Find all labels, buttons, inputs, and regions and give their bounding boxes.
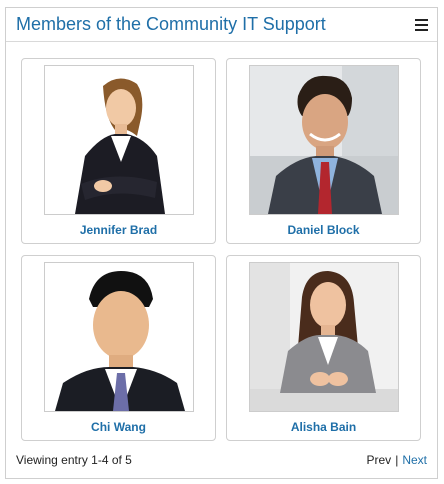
member-photo-image: [250, 66, 398, 214]
member-card[interactable]: Chi Wang: [21, 255, 216, 441]
member-photo: [44, 65, 194, 215]
hamburger-menu-icon[interactable]: [415, 19, 428, 31]
member-card[interactable]: Alisha Bain: [226, 255, 421, 441]
member-photo: [44, 262, 194, 412]
pagination-status: Viewing entry 1-4 of 5: [16, 453, 132, 467]
members-panel: Members of the Community IT Support Jenn…: [5, 7, 438, 479]
panel-title: Members of the Community IT Support: [16, 14, 326, 34]
member-name[interactable]: Jennifer Brad: [22, 223, 215, 237]
member-photo-image: [250, 263, 398, 411]
member-photo-image: [45, 66, 193, 214]
member-name[interactable]: Daniel Block: [227, 223, 420, 237]
member-photo: [249, 262, 399, 412]
member-photo-image: [45, 263, 193, 411]
member-name[interactable]: Alisha Bain: [227, 420, 420, 434]
panel-header: Members of the Community IT Support: [6, 8, 437, 42]
member-name[interactable]: Chi Wang: [22, 420, 215, 434]
next-link[interactable]: Next: [402, 453, 427, 467]
pager-separator: |: [395, 453, 399, 467]
member-card[interactable]: Daniel Block: [226, 58, 421, 244]
pagination-controls: Prev | Next: [367, 453, 428, 467]
prev-link[interactable]: Prev: [367, 453, 392, 467]
member-card[interactable]: Jennifer Brad: [21, 58, 216, 244]
member-photo: [249, 65, 399, 215]
